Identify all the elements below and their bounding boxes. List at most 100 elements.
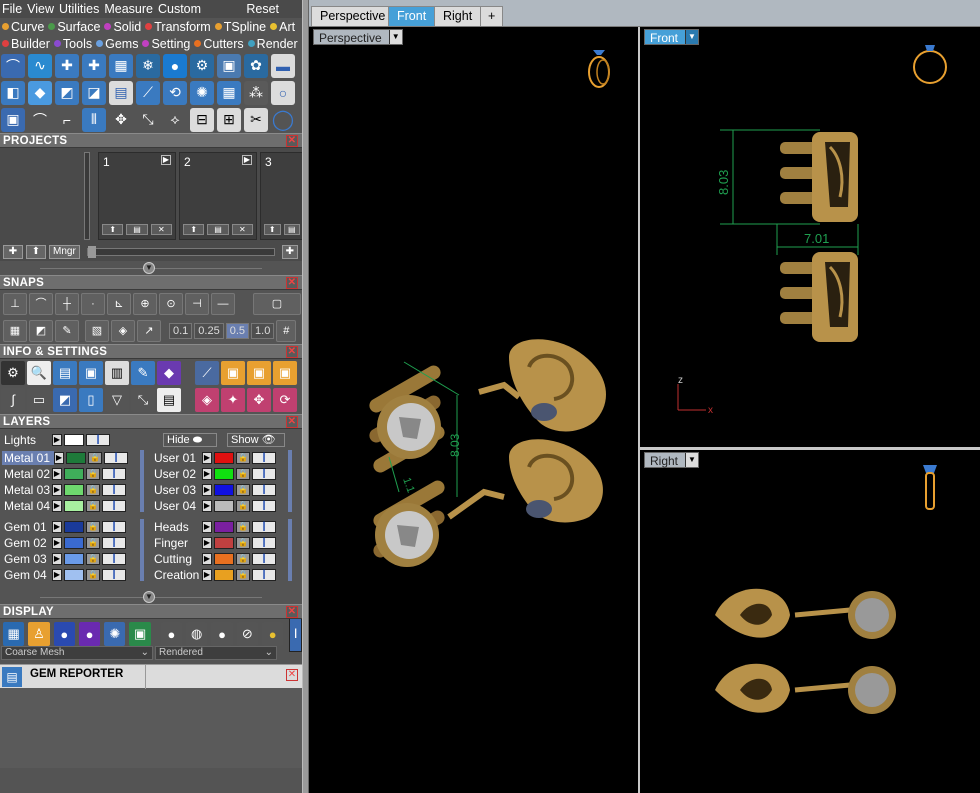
snap-line-icon[interactable]: — <box>211 292 235 315</box>
expand-arrow-icon[interactable]: ▶ <box>202 452 212 464</box>
layer-color-swatch[interactable] <box>66 452 86 464</box>
snap-mid-icon[interactable]: ⊣ <box>185 292 209 315</box>
collapse-handle[interactable]: ▼ <box>0 261 302 275</box>
plugin-curve[interactable]: Curve <box>2 20 44 34</box>
layer-row-creation[interactable]: Creation ▶ 🔒 | <box>150 567 276 583</box>
snap-intersect-icon[interactable]: ┼ <box>55 292 79 315</box>
expand-arrow-icon[interactable]: ▶ <box>52 569 62 581</box>
layer-row-user-01[interactable]: User 01 ▶ 🔒 | <box>150 450 276 466</box>
mirror-icon[interactable]: ⫴ <box>82 107 106 132</box>
figure-icon[interactable]: ♙ <box>28 622 50 646</box>
visibility-toggle[interactable]: | <box>102 484 126 496</box>
sphere-shaded-icon[interactable]: ● <box>211 622 233 646</box>
snap-curve-icon[interactable]: ⌒ <box>29 292 53 315</box>
gem-reporter-icon[interactable]: ▤ <box>2 667 22 687</box>
brush-icon[interactable]: ⟋ <box>195 360 219 385</box>
expand-arrow-icon[interactable]: ▶ <box>52 500 62 512</box>
frame-icon-1[interactable]: ▣ <box>221 360 245 385</box>
layer-row-metal-03[interactable]: Metal 03 ▶ 🔒 | <box>0 482 126 498</box>
snap-value-0[interactable]: 0.1 <box>169 322 193 339</box>
layer-color-swatch[interactable] <box>214 553 234 565</box>
edit-icon[interactable]: ✎ <box>131 360 155 385</box>
menu-file[interactable]: File <box>2 2 22 16</box>
pen-icon[interactable]: ✎ <box>55 319 79 342</box>
panel-divider[interactable] <box>302 0 309 793</box>
lock-icon[interactable]: 🔒 <box>86 537 100 549</box>
expand-arrow-icon[interactable]: ▶ <box>202 468 212 480</box>
add-tab-button[interactable]: + <box>480 6 504 26</box>
plugin-cutters[interactable]: Cutters <box>194 37 244 51</box>
plugin-gems[interactable]: Gems <box>96 37 138 51</box>
layer-row-cutting[interactable]: Cutting ▶ 🔒 | <box>150 551 276 567</box>
plane-icon[interactable]: ◧ <box>1 80 25 105</box>
plugin-tspline[interactable]: TSpline <box>214 20 266 34</box>
flare-icon[interactable]: ⟡ <box>163 108 187 132</box>
layer-color-swatch[interactable] <box>64 553 84 565</box>
expand-arrow-icon[interactable]: ▶ <box>52 468 62 480</box>
close-icon[interactable]: ✕ <box>286 135 298 147</box>
expand-arrow-icon[interactable]: ▶ <box>52 521 62 533</box>
layer-color-swatch[interactable] <box>64 500 84 512</box>
plugin-art[interactable]: Art <box>270 20 295 34</box>
layer-row-gem-03[interactable]: Gem 03 ▶ 🔒 | <box>0 551 126 567</box>
delete-icon[interactable]: ✕ <box>231 224 253 235</box>
point-add-icon[interactable]: ✚ <box>82 53 106 78</box>
project-slot-3[interactable]: 3 ⬆ ▤ <box>260 152 302 240</box>
gem-rotate-icon[interactable]: ⟳ <box>273 387 297 412</box>
layer-color-swatch[interactable] <box>214 569 234 581</box>
lock-icon[interactable]: 🔒 <box>86 500 100 512</box>
frame-delete-icon[interactable]: ▣ <box>273 360 297 385</box>
grid-snap-icon[interactable]: ▦ <box>3 319 27 342</box>
show-button[interactable]: Show 👁 <box>227 433 285 447</box>
layer-color-swatch[interactable] <box>214 537 234 549</box>
doc-blue-icon[interactable]: ▯ <box>79 387 103 412</box>
objects-icon[interactable]: ▣ <box>79 360 103 385</box>
expand-arrow-icon[interactable]: ▶ <box>54 452 64 464</box>
viewport-front[interactable]: 8.03 7.01 z x Front ▼ <box>640 27 980 447</box>
layer-row-gem-04[interactable]: Gem 04 ▶ 🔒 | <box>0 567 126 583</box>
snap-settings-icon[interactable]: ▢ <box>253 292 301 315</box>
layer-row-finger[interactable]: Finger ▶ 🔒 | <box>150 535 276 551</box>
point-grid-icon[interactable]: ▦ <box>109 53 133 78</box>
visibility-toggle[interactable]: | <box>252 468 276 480</box>
grid-icon[interactable]: ▦ <box>217 80 241 105</box>
menu-measure[interactable]: Measure <box>104 2 153 16</box>
plugin-render[interactable]: Render <box>247 37 298 51</box>
layer-row-gem-02[interactable]: Gem 02 ▶ 🔒 | <box>0 535 126 551</box>
cube-icon[interactable]: ◩ <box>53 387 77 412</box>
add-project-icon[interactable]: ✚ <box>3 245 23 259</box>
ring-icon[interactable]: ◯ <box>271 108 295 132</box>
layers-collapse-handle[interactable]: ▼ <box>0 590 302 604</box>
reset-button[interactable]: Reset <box>246 2 279 16</box>
lights-color-swatch[interactable] <box>64 434 84 446</box>
lock-icon[interactable]: 🔒 <box>86 521 100 533</box>
box-icon[interactable]: ◆ <box>157 360 181 385</box>
rectangle-tool-icon[interactable]: ▬ <box>271 53 295 78</box>
play-icon[interactable]: ▶ <box>161 155 171 165</box>
sphere-gold-icon[interactable]: ● <box>261 622 284 646</box>
snap-endpoint-icon[interactable]: ⊥ <box>3 292 27 315</box>
plugin-surface[interactable]: Surface <box>48 20 100 34</box>
gem-cluster-icon[interactable]: ❄ <box>136 53 160 78</box>
visibility-toggle[interactable]: | <box>102 537 126 549</box>
sphere-matte-icon[interactable]: ● <box>160 622 183 646</box>
trim-icon[interactable]: ✂ <box>244 107 268 132</box>
expand-arrow-icon[interactable]: ▶ <box>52 434 62 446</box>
save-icon[interactable]: ▤ <box>207 224 229 235</box>
expand-arrow-icon[interactable]: ▶ <box>202 569 212 581</box>
chevron-down-icon[interactable]: ▼ <box>143 591 155 603</box>
right-view-label[interactable]: Right ▼ <box>644 452 700 468</box>
spline-tool-icon[interactable]: ∿ <box>28 53 52 78</box>
diamond-icon[interactable]: ◆ <box>28 80 52 105</box>
axis-snap-icon[interactable]: ↗ <box>137 319 161 342</box>
expand-arrow-icon[interactable]: ▶ <box>52 553 62 565</box>
frame-icon-2[interactable]: ▣ <box>247 360 271 385</box>
close-icon[interactable]: ✕ <box>286 277 298 289</box>
split-icon[interactable]: ⊟ <box>190 107 214 132</box>
layer-color-swatch[interactable] <box>64 521 84 533</box>
snap-point-icon[interactable]: · <box>81 292 105 315</box>
up-arrow-icon[interactable]: ⬆ <box>26 245 46 259</box>
layer-row-metal-02[interactable]: Metal 02 ▶ 🔒 | <box>0 466 126 482</box>
visibility-toggle[interactable]: | <box>252 521 276 533</box>
tab-right[interactable]: Right <box>434 6 482 26</box>
